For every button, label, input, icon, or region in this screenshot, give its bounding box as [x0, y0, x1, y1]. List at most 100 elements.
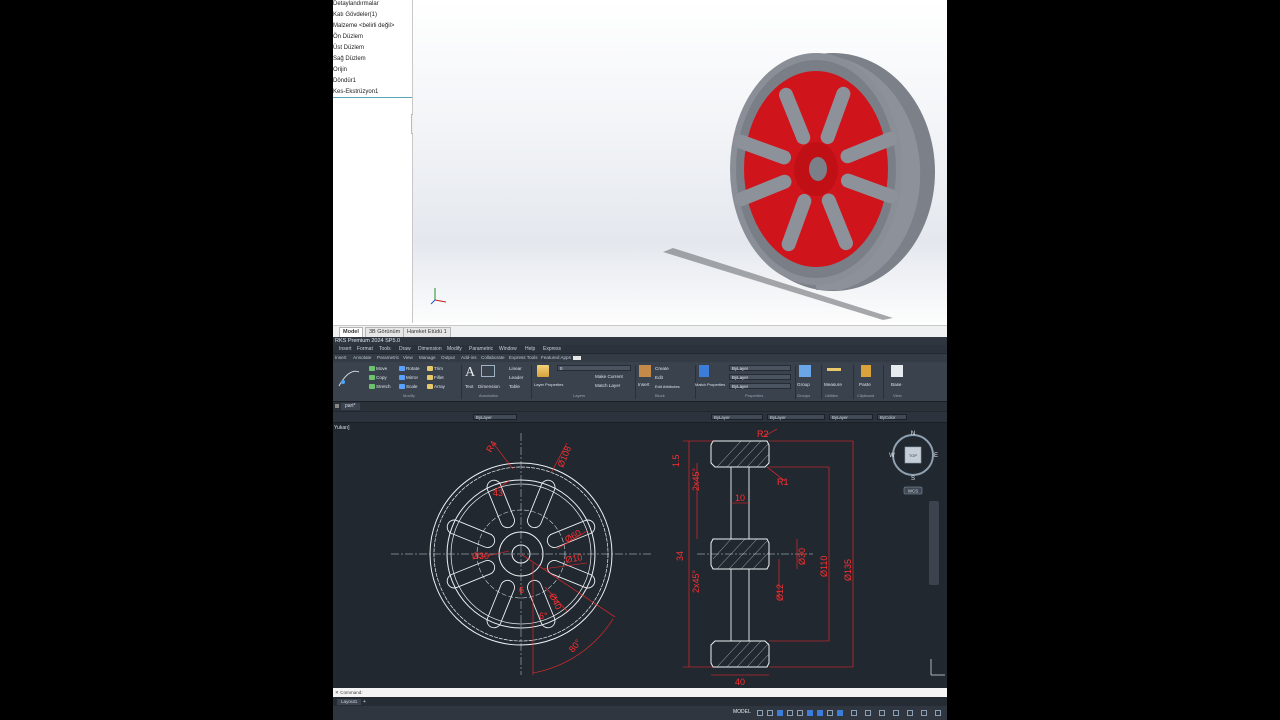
stretch-label[interactable]: Stretch [376, 384, 391, 389]
scale-label[interactable]: Scale [406, 384, 418, 389]
menu-dimension[interactable]: Dimension [418, 345, 442, 353]
viewcube-east[interactable]: E [934, 453, 938, 459]
ribbon-tab-collaborate[interactable]: Collaborate [481, 354, 505, 362]
trim-icon[interactable] [427, 366, 433, 371]
layer-dropdown[interactable]: 0 [557, 365, 631, 371]
isodraft-icon[interactable] [797, 710, 803, 716]
copy-label[interactable]: Copy [376, 375, 387, 380]
table-label[interactable]: Table [509, 384, 520, 389]
start-tab-icon[interactable] [335, 404, 339, 408]
dimension-label[interactable]: Dimension [478, 384, 500, 389]
match-properties-label[interactable]: Match Properties [695, 382, 725, 387]
model-space-toggle[interactable]: MODEL [733, 709, 751, 715]
ribbon-tab-annotate[interactable]: Annotate [353, 354, 371, 362]
tree-item-material[interactable]: Malzeme <belirli değil> [333, 23, 394, 29]
tab-model[interactable]: Model [339, 327, 363, 337]
lineweight-icon[interactable] [827, 710, 833, 716]
tab-3d-view[interactable]: 3B Görünüm [365, 327, 405, 337]
osnap-icon[interactable] [807, 710, 813, 716]
move-icon[interactable] [369, 366, 375, 371]
viewcube-north[interactable]: N [911, 431, 915, 437]
viewcube-west[interactable]: W [889, 453, 895, 459]
tree-item-top-plane[interactable]: Üst Düzlem [333, 45, 364, 51]
text-label[interactable]: Text [465, 384, 473, 389]
tree-item-origin[interactable]: Orijin [333, 67, 347, 73]
draw-tools-icon[interactable] [337, 366, 361, 390]
menu-insert[interactable]: Insert [339, 345, 352, 353]
array-label[interactable]: Array [434, 384, 445, 389]
drawing-area[interactable]: Yukarı] R4 Ø108 43 Ø30 Ø60 Ø10 Ø40 6 6° … [333, 423, 947, 687]
quick-properties-icon[interactable] [893, 710, 899, 716]
grid-icon[interactable] [757, 710, 763, 716]
base-label[interactable]: Base [891, 382, 901, 387]
tree-item-cut-extrude[interactable]: Kes-Ekstrüzyon1 [333, 89, 378, 95]
stretch-icon[interactable] [369, 384, 375, 389]
tree-item-revolve[interactable]: Döndür1 [333, 78, 356, 84]
fullscreen-icon[interactable] [921, 710, 927, 716]
move-label[interactable]: Move [376, 366, 387, 371]
fillet-icon[interactable] [427, 375, 433, 380]
measure-label[interactable]: Measure [824, 382, 842, 387]
menu-tools[interactable]: Tools [379, 345, 391, 353]
add-layout-icon[interactable]: + [363, 699, 366, 705]
selection-cycling-icon[interactable] [837, 710, 843, 716]
workspace-icon[interactable] [865, 710, 871, 716]
insert-label[interactable]: Insert [638, 382, 650, 387]
menu-window[interactable]: Window [499, 345, 517, 353]
color-dropdown[interactable]: ByLayer [729, 365, 791, 371]
menu-draw[interactable]: Draw [399, 345, 411, 353]
customization-icon[interactable] [935, 710, 941, 716]
dimension-icon[interactable] [481, 365, 495, 377]
menu-format[interactable]: Format [357, 345, 373, 353]
doc-tab-part[interactable]: part* [341, 403, 360, 410]
rotate-icon[interactable] [399, 366, 405, 371]
copy-icon[interactable] [369, 375, 375, 380]
annotation-scale-icon[interactable] [851, 710, 857, 716]
match-layer-label[interactable]: Match Layer [595, 383, 620, 388]
menu-express[interactable]: Express [543, 345, 561, 353]
prop-field-lineweight[interactable]: ByLayer [829, 414, 873, 420]
ribbon-tab-insert[interactable]: Insert [335, 354, 347, 362]
ribbon-tab-featured-apps[interactable]: Featured Apps [541, 354, 571, 362]
mirror-label[interactable]: Mirror [406, 375, 418, 380]
tree-item-front-plane[interactable]: Ön Düzlem [333, 34, 363, 40]
tree-rollback-bar[interactable] [333, 97, 412, 98]
viewcube[interactable]: TOP N S E W WCS [889, 431, 938, 495]
array-icon[interactable] [427, 384, 433, 389]
units-icon[interactable] [879, 710, 885, 716]
prop-field-layer[interactable]: ByLayer [711, 414, 763, 420]
ribbon-tab-output[interactable]: Output [441, 354, 455, 362]
prop-field-plotstyle[interactable]: ByColor [877, 414, 907, 420]
mirror-icon[interactable] [399, 375, 405, 380]
text-icon[interactable]: A [465, 365, 475, 381]
layer-properties-icon[interactable] [537, 365, 549, 377]
menu-modify[interactable]: Modify [447, 345, 462, 353]
tree-item-annotations[interactable]: Detaylandırmalar [333, 1, 379, 7]
snap-icon[interactable] [767, 710, 773, 716]
ribbon-tab-parametric[interactable]: Parametric [377, 354, 399, 362]
group-icon[interactable] [799, 365, 811, 377]
lineweight-dropdown[interactable]: ByLayer [729, 383, 791, 389]
group-label[interactable]: Group [797, 382, 810, 387]
isolate-objects-icon[interactable] [907, 710, 913, 716]
edit-label[interactable]: Edit [655, 375, 663, 380]
polar-icon[interactable] [787, 710, 793, 716]
prop-field-color[interactable]: ByLayer [473, 414, 517, 420]
leader-label[interactable]: Leader [509, 375, 523, 380]
layout-tab-1[interactable]: Layout1 [337, 699, 362, 705]
measure-icon[interactable] [827, 368, 841, 371]
trim-label[interactable]: Trim [434, 366, 443, 371]
tree-item-solid-bodies[interactable]: Katı Gövdeler(1) [333, 12, 377, 18]
base-view-icon[interactable] [891, 365, 903, 377]
edit-attributes-label[interactable]: Edit Attributes [655, 384, 680, 389]
ribbon-tab-manage[interactable]: Manage [419, 354, 436, 362]
make-current-label[interactable]: Make Current [595, 374, 623, 379]
rotate-label[interactable]: Rotate [406, 366, 420, 371]
match-properties-icon[interactable] [699, 365, 709, 377]
linetype-dropdown[interactable]: ByLayer [729, 374, 791, 380]
fillet-label[interactable]: Fillet [434, 375, 444, 380]
linear-label[interactable]: Linear [509, 366, 522, 371]
ribbon-toggle-icon[interactable] [573, 356, 581, 360]
insert-block-icon[interactable] [639, 365, 651, 377]
menu-parametric[interactable]: Parametric [469, 345, 493, 353]
